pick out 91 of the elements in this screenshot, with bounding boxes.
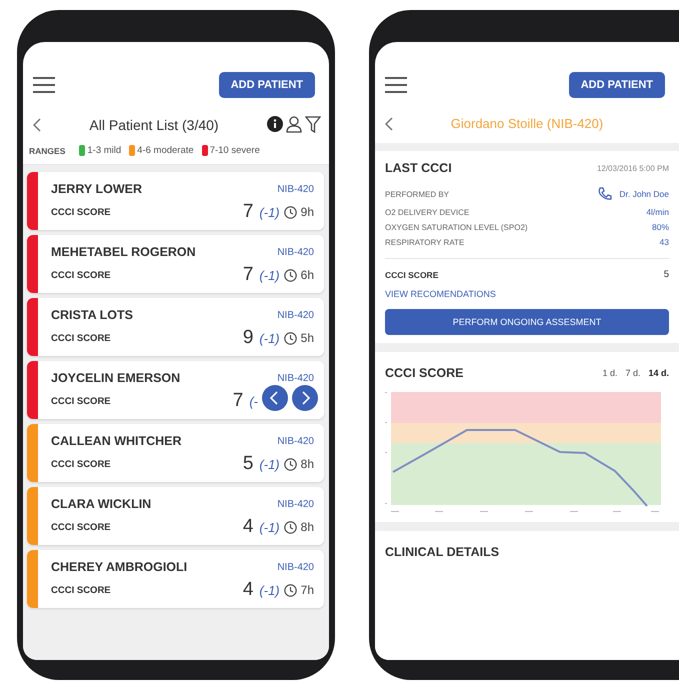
- score-change: (-1): [259, 268, 280, 282]
- patient-name: MEHETABEL ROGERON: [51, 245, 196, 259]
- section-heading: LAST CCCI: [385, 161, 452, 175]
- clock-icon: [284, 584, 297, 596]
- score-label: CCCI SCORE: [51, 270, 111, 280]
- phone-icon[interactable]: [597, 186, 614, 202]
- range-label: 7-10 severe: [210, 145, 260, 156]
- add-patient-button[interactable]: ADD PATIENT: [218, 72, 315, 98]
- score-change: (-1): [259, 330, 280, 346]
- field-value: 43: [660, 237, 669, 247]
- ranges-label: RANGES: [29, 146, 66, 156]
- clock-icon: [284, 332, 297, 344]
- elapsed-time: 5h: [300, 331, 314, 345]
- elapsed-time: 9h: [300, 205, 314, 219]
- score-value: 4: [242, 519, 254, 535]
- elapsed-time: 6h: [300, 268, 314, 282]
- score-label: CCCI SCORE: [51, 206, 111, 218]
- clock-icon: [284, 458, 297, 470]
- doctor-link[interactable]: Dr. John Doe: [619, 189, 669, 199]
- score-label: CCCI SCORE: [385, 270, 438, 280]
- period-tab[interactable]: 7 d.: [625, 368, 640, 378]
- score-value: 7: [242, 267, 254, 283]
- person-icon[interactable]: [286, 116, 302, 133]
- score-label: CCCI SCORE: [51, 332, 111, 344]
- previous-button[interactable]: [262, 385, 288, 411]
- back-icon[interactable]: [33, 118, 41, 132]
- score-change: (-1): [259, 582, 280, 598]
- patient-card[interactable]: MEHETABEL ROGERON NIB-420 CCCI SCORE 7 (-1) 6h: [27, 235, 324, 293]
- list-title: All Patient List (3/40): [88, 116, 220, 132]
- clock-icon: [284, 520, 297, 534]
- field-value: 4l/min: [646, 207, 669, 217]
- patient-card[interactable]: CALLEAN WHITCHER NIB-420 CCCI SCORE 5 (-1) 8h: [27, 424, 324, 482]
- patient-name: CRISTA LOTS: [51, 308, 133, 322]
- patient-card[interactable]: JOYCELIN EMERSON NIB-420 CCCI SCORE 7 (-: [27, 361, 324, 419]
- patient-id: NIB-420: [277, 246, 314, 258]
- range-label: 4-6 moderate: [137, 145, 194, 156]
- score-label: CCCI SCORE: [51, 396, 111, 406]
- score-value: 9: [242, 330, 254, 346]
- score-value: 5: [242, 456, 254, 472]
- clock-icon: [284, 268, 297, 282]
- patient-id: NIB-420: [277, 436, 314, 446]
- field-label: OXYGEN SATURATION LEVEL (SPO2): [385, 222, 528, 232]
- period-tab[interactable]: 14 d.: [648, 368, 669, 378]
- elapsed-time: 8h: [300, 520, 314, 534]
- filter-icon[interactable]: [305, 116, 321, 133]
- patient-name: CLARA WICKLIN: [51, 497, 152, 511]
- patient-card[interactable]: CLARA WICKLIN NIB-420 CCCI SCORE 4 (-1) 8h: [27, 487, 324, 545]
- score-value: 7: [232, 393, 244, 409]
- patient-id: NIB-420: [277, 498, 314, 510]
- score-change: (-1): [259, 456, 280, 472]
- field-value: 80%: [652, 222, 669, 232]
- score-label: CCCI SCORE: [51, 522, 111, 532]
- period-tab[interactable]: 1 d.: [602, 368, 618, 378]
- section-heading: CLINICAL DETAILS: [385, 545, 500, 559]
- field-label: RESPIRATORY RATE: [385, 238, 464, 246]
- field-label: PERFORMED BY: [385, 190, 450, 198]
- score-value: 4: [242, 582, 254, 598]
- score-change: (-1): [259, 204, 280, 220]
- patient-title: Giordano Stoille (NIB-420): [450, 116, 604, 131]
- clock-icon: [284, 206, 297, 218]
- back-icon[interactable]: [385, 116, 393, 130]
- perform-assessment-button[interactable]: PERFORM ONGOING ASSESMENT: [385, 309, 669, 335]
- elapsed-time: 7h: [300, 583, 314, 597]
- score-change: (-: [249, 394, 258, 408]
- patient-card[interactable]: JERRY LOWER NIB-420 CCCI SCORE 7 (-1) 9h: [27, 172, 324, 230]
- score-label: CCCI SCORE: [51, 584, 111, 596]
- patient-id: NIB-420: [277, 562, 314, 572]
- score-value: 7: [242, 204, 254, 220]
- patient-name: CHEREY AMBROGIOLI: [51, 560, 188, 574]
- field-label: O2 DELIVERY DEVICE: [385, 208, 470, 216]
- patient-name: CALLEAN WHITCHER: [51, 434, 182, 448]
- score-value: 5: [664, 269, 669, 280]
- score-change: (-1): [259, 520, 280, 534]
- add-patient-button[interactable]: ADD PATIENT: [568, 72, 665, 98]
- range-label: 1-3 mild: [87, 145, 122, 156]
- next-button[interactable]: [292, 385, 318, 411]
- elapsed-time: 8h: [300, 457, 314, 471]
- patient-id: NIB-420: [277, 184, 314, 194]
- patient-name: JOYCELIN EMERSON: [51, 371, 180, 385]
- menu-icon[interactable]: [385, 75, 407, 95]
- section-heading: CCCI SCORE: [385, 366, 464, 380]
- patient-id: NIB-420: [277, 310, 314, 320]
- patient-card[interactable]: CRISTA LOTS NIB-420 CCCI SCORE 9 (-1) 5h: [27, 298, 324, 356]
- assessment-date: 12/03/2016 5:00 PM: [596, 164, 669, 172]
- info-icon[interactable]: [267, 116, 283, 132]
- patient-card[interactable]: CHEREY AMBROGIOLI NIB-420 CCCI SCORE 4 (-1) 7h: [27, 550, 324, 608]
- recommendations-link[interactable]: VIEW RECOMENDATIONS: [385, 285, 669, 299]
- score-label: CCCI SCORE: [51, 458, 111, 470]
- patient-id: NIB-420: [277, 372, 314, 384]
- patient-name: JERRY LOWER: [51, 182, 142, 196]
- menu-icon[interactable]: [33, 75, 55, 95]
